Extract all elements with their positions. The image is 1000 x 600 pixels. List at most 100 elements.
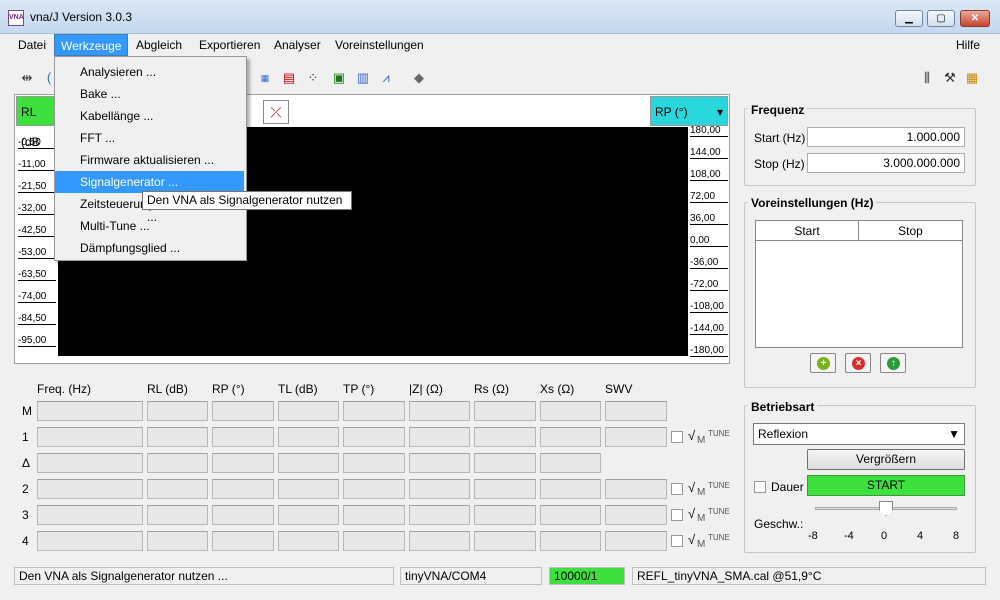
dropdown-item[interactable]: Dämpfungsglied ...	[55, 237, 244, 259]
delete-preset-button[interactable]: ×	[845, 353, 871, 373]
marker-enable-checkbox[interactable]	[671, 535, 683, 547]
marker-cell	[540, 401, 601, 421]
dropdown-item[interactable]: Analysieren ...	[55, 61, 244, 83]
marker-cell	[147, 427, 208, 447]
eraser-icon[interactable]: ◆	[410, 69, 428, 87]
marker-cell	[343, 401, 405, 421]
left-axis-tick: -32,00	[18, 203, 56, 215]
frequenz-title: Frequenz	[748, 103, 808, 117]
jpg-export-icon[interactable]: ▦	[256, 69, 274, 87]
m-label: M	[697, 539, 706, 550]
marker-cell	[409, 505, 470, 525]
mode-select[interactable]: Reflexion ▼	[753, 423, 965, 445]
scan-icon[interactable]: ⇹	[18, 69, 36, 87]
dropdown-item[interactable]: Firmware aktualisieren ...	[55, 149, 244, 171]
sqrt-toggle[interactable]: √	[688, 428, 695, 443]
minimize-button[interactable]: ▁	[895, 10, 923, 27]
grid-colors-icon[interactable]: ▦	[963, 69, 981, 87]
stop-freq-input[interactable]: 3.000.000.000	[807, 153, 965, 173]
menu-datei[interactable]: Datei	[12, 34, 52, 56]
marker-cell	[343, 427, 405, 447]
left-axis-tick: -21,50	[18, 181, 56, 193]
left-axis-tick: -53,00	[18, 247, 56, 259]
marker-cell	[278, 479, 339, 499]
dropdown-item[interactable]: Signalgenerator ...	[55, 171, 244, 193]
marker-cell	[212, 427, 274, 447]
marker-cell	[540, 531, 601, 551]
marker-column-header: |Z| (Ω)	[409, 382, 443, 396]
add-preset-button[interactable]: +	[810, 353, 836, 373]
marker-cell	[540, 427, 601, 447]
marker-enable-checkbox[interactable]	[671, 509, 683, 521]
left-axis-tick: -63,50	[18, 269, 56, 281]
start-freq-input[interactable]: 1.000.000	[807, 127, 965, 147]
image-export-icon[interactable]: ▥	[354, 69, 372, 87]
dropdown-item[interactable]: Bake ...	[55, 83, 244, 105]
dropdown-item[interactable]: Kabellänge ...	[55, 105, 244, 127]
status-calibration: REFL_tinyVNA_SMA.cal @51,9°C	[632, 567, 986, 585]
maximize-button[interactable]: ▢	[927, 10, 955, 27]
tune-toggle[interactable]: TUNE	[708, 481, 730, 490]
marker-cell	[474, 427, 536, 447]
marker-cell	[343, 505, 405, 525]
marker-clear-button[interactable]: ⤫	[263, 100, 289, 124]
menu-analyser[interactable]: Analyser	[268, 34, 327, 56]
menu-voreinstellungen[interactable]: Voreinstellungen	[329, 34, 430, 56]
excel-export-icon[interactable]: ▣	[330, 69, 348, 87]
marker-column-header: RL (dB)	[147, 382, 188, 396]
start-button[interactable]: START	[807, 475, 965, 496]
marker-cell	[278, 505, 339, 525]
left-axis-tick: -42,50	[18, 225, 56, 237]
marker-column-header: Rs (Ω)	[474, 382, 509, 396]
menu-abgleich[interactable]: Abgleich	[130, 34, 188, 56]
dropdown-item[interactable]: FFT ...	[55, 127, 244, 149]
menu-werkzeuge[interactable]: Werkzeuge	[54, 34, 129, 56]
sqrt-toggle[interactable]: √	[688, 480, 695, 495]
tooltip: Den VNA als Signalgenerator nutzen ...	[142, 191, 352, 224]
marker-enable-checkbox[interactable]	[671, 483, 683, 495]
sqrt-toggle[interactable]: √	[688, 506, 695, 521]
frequenz-group	[744, 108, 976, 186]
right-axis-tick: -36,00	[690, 257, 728, 269]
right-axis-tick: 72,00	[690, 191, 728, 203]
tune-toggle[interactable]: TUNE	[708, 533, 730, 542]
marker-cell	[343, 479, 405, 499]
close-button[interactable]: ✕	[960, 10, 990, 27]
marker-cell	[605, 401, 667, 421]
right-axis-tick: 0,00	[690, 235, 728, 247]
speed-tick-label: 4	[917, 530, 924, 542]
status-message: Den VNA als Signalgenerator nutzen ...	[14, 567, 394, 585]
tools-icon[interactable]: ⚒	[941, 69, 959, 87]
scatter-export-icon[interactable]: ⁘	[304, 69, 322, 87]
marker-column-header: TL (dB)	[278, 382, 318, 396]
marker-cell	[474, 479, 536, 499]
arrow-up-icon: ↑	[887, 357, 900, 370]
presets-col-start[interactable]: Start	[756, 221, 859, 241]
right-axis-select[interactable]: RP (°)	[650, 96, 728, 127]
mode-value: Reflexion	[758, 427, 809, 441]
speed-tick-label: -4	[844, 530, 854, 542]
left-axis-tick: -84,50	[18, 313, 56, 325]
marker-cell	[37, 531, 143, 551]
right-axis-tick: -108,00	[690, 301, 728, 313]
marker-cell	[212, 505, 274, 525]
presets-col-stop[interactable]: Stop	[859, 221, 962, 241]
ruler-icon[interactable]: ⫼	[918, 69, 936, 87]
menu-exportieren[interactable]: Exportieren	[193, 34, 266, 56]
dauer-checkbox[interactable]	[754, 481, 766, 493]
marker-cell	[540, 479, 601, 499]
status-samples: 10000/1	[549, 567, 625, 585]
zoom-button[interactable]: Vergrößern	[807, 449, 965, 470]
left-axis-select[interactable]: RL (dB	[16, 96, 56, 149]
stop-freq-label: Stop (Hz)	[754, 157, 805, 171]
marker-cell	[37, 427, 143, 447]
load-preset-button[interactable]: ↑	[880, 353, 906, 373]
chart-export-icon[interactable]: ⩘	[377, 69, 395, 87]
tune-toggle[interactable]: TUNE	[708, 507, 730, 516]
pdf-export-icon[interactable]: ▤	[280, 69, 298, 87]
sqrt-toggle[interactable]: √	[688, 532, 695, 547]
tune-toggle[interactable]: TUNE	[708, 429, 730, 438]
menu-hilfe[interactable]: Hilfe	[950, 34, 986, 56]
marker-enable-checkbox[interactable]	[671, 431, 683, 443]
marker-cell	[474, 531, 536, 551]
